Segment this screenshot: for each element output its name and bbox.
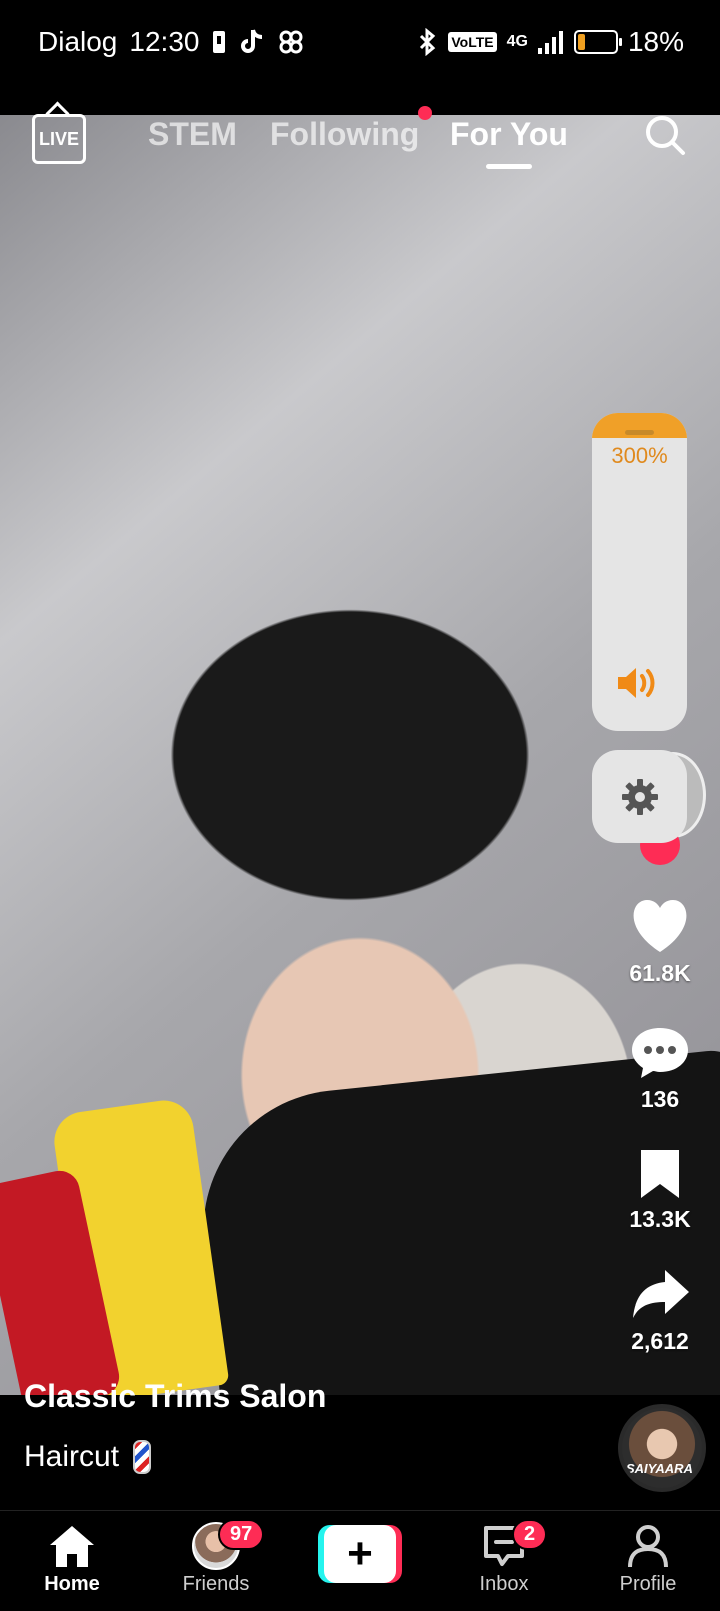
share-icon (633, 1270, 689, 1318)
bookmark-icon (641, 1150, 679, 1198)
volte-badge: VoLTE (448, 32, 497, 52)
volume-handle[interactable] (625, 430, 654, 435)
plus-icon: + (324, 1525, 396, 1583)
battery-percent: 18% (627, 26, 684, 57)
like-action[interactable]: 61.8K (618, 898, 702, 987)
nav-inbox[interactable]: Inbox 2 (444, 1519, 564, 1596)
link-icon (279, 30, 303, 54)
status-right: VoLTE 4G 18% (418, 26, 684, 58)
bottom-nav: Home Friends 97 + Inbox 2 Profile (0, 1510, 720, 1611)
share-action[interactable]: 2,612 (618, 1266, 702, 1355)
author-name[interactable]: Classic Trims Salon (24, 1378, 326, 1415)
share-count: 2,612 (631, 1328, 689, 1354)
friends-badge: 97 (218, 1519, 265, 1550)
comment-count: 136 (640, 1086, 680, 1112)
create-button[interactable]: + (318, 1525, 402, 1583)
nav-friends-label: Friends (182, 1573, 250, 1595)
comment-icon (632, 1028, 688, 1078)
inbox-badge: 2 (512, 1519, 548, 1550)
caption[interactable]: Haircut (24, 1440, 152, 1474)
speaker-icon[interactable] (614, 663, 664, 703)
home-icon (50, 1526, 94, 1567)
live-label: LIVE (38, 128, 79, 149)
top-nav: LIVE STEM Following For You (0, 106, 720, 176)
like-count: 61.8K (629, 960, 691, 986)
live-button[interactable]: LIVE (32, 114, 86, 164)
tab-stem[interactable]: STEM (148, 116, 237, 153)
network-type: 4G (506, 33, 528, 50)
save-count: 13.3K (629, 1206, 691, 1232)
nav-profile-label: Profile (619, 1573, 677, 1595)
nav-inbox-label: Inbox (479, 1573, 529, 1595)
active-tab-indicator (486, 164, 532, 169)
status-bar: Dialog 12:30 VoLTE 4G 18% (0, 0, 720, 115)
settings-button[interactable] (592, 750, 687, 843)
volume-percent: 300% (611, 443, 668, 468)
carrier-label: Dialog (38, 26, 118, 57)
battery-icon (573, 30, 622, 54)
volume-slider[interactable]: 300% (592, 413, 687, 731)
comment-action[interactable]: 136 (618, 1024, 702, 1113)
tab-following[interactable]: Following (270, 116, 419, 153)
clock: 12:30 (129, 26, 200, 57)
save-action[interactable]: 13.3K (618, 1148, 702, 1233)
nav-home-label: Home (44, 1573, 100, 1595)
bluetooth-icon (420, 28, 436, 56)
gear-icon (621, 778, 658, 815)
nav-friends[interactable]: Friends 97 (156, 1519, 276, 1596)
heart-icon (633, 900, 687, 952)
battery-saver-icon (213, 31, 226, 53)
music-disc-text: SAIYAARA (626, 1461, 693, 1476)
tab-for-you[interactable]: For You (450, 116, 568, 153)
signal-icon (537, 31, 563, 54)
nav-home[interactable]: Home (12, 1523, 132, 1596)
profile-icon (628, 1525, 668, 1568)
nav-profile[interactable]: Profile (588, 1523, 708, 1596)
barber-pole-emoji (133, 1440, 152, 1474)
following-notification-dot (418, 106, 432, 120)
search-icon[interactable] (644, 114, 686, 156)
music-disc[interactable]: SAIYAARA (618, 1404, 706, 1492)
tiktok-icon (241, 29, 263, 53)
caption-text: Haircut (24, 1440, 120, 1473)
status-left: Dialog 12:30 (38, 26, 305, 58)
